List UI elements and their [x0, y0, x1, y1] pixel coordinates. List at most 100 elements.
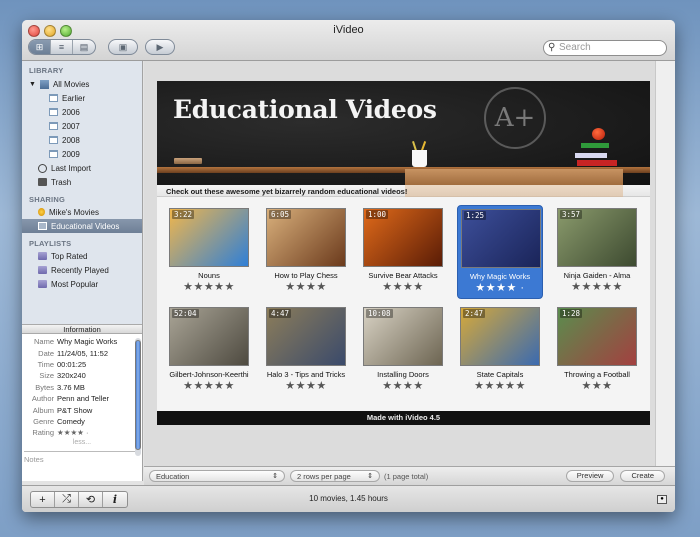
video-rating-stars[interactable]: ★★★ — [554, 380, 640, 392]
detail-view-button[interactable]: ▤ — [73, 40, 95, 54]
video-thumbnail[interactable]: 3:57 — [557, 208, 637, 267]
calendar-icon — [49, 94, 58, 102]
information-panel: Information Name Why Magic Works Date 11/2… — [22, 324, 143, 481]
main-scrollbar[interactable] — [655, 61, 675, 466]
shared-bulb-icon — [38, 208, 45, 216]
detail-view-icon: ▤ — [79, 41, 89, 52]
create-button[interactable]: Create — [620, 470, 665, 482]
video-thumbnail[interactable]: 1:00 — [363, 208, 443, 267]
video-rating-stars[interactable]: ★★★★ — [360, 281, 446, 293]
page-title: Educational Videos — [173, 95, 437, 124]
sidebar-item-recently-played[interactable]: Recently Played — [22, 263, 142, 277]
video-rating-stars[interactable]: ★★★★ — [360, 380, 446, 392]
apple-graphic — [592, 128, 605, 140]
sidebar-item-all-movies[interactable]: ▼ All Movies — [22, 77, 142, 91]
sidebar-item-label: All Movies — [52, 79, 90, 89]
video-title: Halo 3 - Tips and Tricks — [266, 370, 346, 379]
video-rating-stars[interactable]: ★★★★ — [263, 380, 349, 392]
video-rating-stars[interactable]: ★★★★★ — [457, 380, 543, 392]
library-summary: 10 movies, 1.45 hours — [309, 494, 388, 503]
play-icon: ▶ — [156, 41, 164, 52]
video-duration: 3:22 — [172, 210, 195, 219]
present-button[interactable]: ▣ — [108, 39, 138, 55]
rows-per-page-popup[interactable]: 2 rows per page ⇕ — [290, 470, 380, 482]
sidebar-item-earlier[interactable]: Earlier — [22, 91, 142, 105]
video-card[interactable]: 10:08 Installing Doors ★★★★ — [360, 304, 446, 398]
window-title: iVideo — [333, 24, 364, 36]
video-thumbnail[interactable]: 1:25 — [461, 209, 541, 268]
library-header: LIBRARY — [29, 66, 64, 75]
theme-popup[interactable]: Education ⇕ — [149, 470, 285, 482]
sidebar-item-2008[interactable]: 2008 — [22, 133, 142, 147]
sidebar-item-label: 2006 — [62, 107, 80, 117]
info-row-date: Date 11/24/05, 11:52 — [38, 348, 109, 358]
video-card[interactable]: 2:47 State Capitals ★★★★★ — [457, 304, 543, 398]
sidebar-item-2007[interactable]: 2007 — [22, 119, 142, 133]
rating-stars[interactable]: ★★★★ · — [57, 428, 88, 437]
sidebar-item-2009[interactable]: 2009 — [22, 147, 142, 161]
video-card[interactable]: 3:57 Ninja Gaiden - Alma ★★★★★ — [554, 205, 640, 299]
video-thumbnail[interactable]: 1:28 — [557, 307, 637, 366]
video-thumbnail[interactable]: 6:05 — [266, 208, 346, 267]
sidebar-item-most-popular[interactable]: Most Popular — [22, 277, 142, 291]
video-thumbnail[interactable]: 4:47 — [266, 307, 346, 366]
video-thumbnail[interactable]: 2:47 — [460, 307, 540, 366]
video-title: Nouns — [198, 271, 220, 280]
info-scroll-thumb[interactable] — [135, 340, 141, 450]
video-rating-stars[interactable]: ★★★★ — [263, 281, 349, 293]
preview-button[interactable]: Preview — [565, 470, 615, 482]
video-title: Gilbert-Johnson-Keerthi — [169, 370, 249, 379]
video-rating-stars[interactable]: ★★★★★ — [166, 380, 252, 392]
sidebar-item-label: Trash — [51, 177, 72, 187]
calendar-icon — [49, 136, 58, 144]
video-card[interactable]: 3:22 Nouns ★★★★★ — [166, 205, 252, 299]
play-button[interactable]: ▶ — [145, 39, 175, 55]
video-card[interactable]: 1:28 Throwing a Football ★★★ — [554, 304, 640, 398]
sidebar-item-trash[interactable]: Trash — [22, 175, 142, 189]
info-row-genre: Genre Comedy — [33, 416, 85, 426]
playlist-icon — [38, 280, 47, 288]
info-row-album: Album P&T Show — [32, 405, 93, 415]
video-thumbnail[interactable]: 52:04 — [169, 307, 249, 366]
search-field[interactable]: ⚲ Search — [543, 40, 667, 56]
sidebar-item-last-import[interactable]: Last Import — [22, 161, 142, 175]
disclosure-triangle-icon[interactable]: ▼ — [29, 81, 36, 88]
info-scrollbar[interactable] — [135, 338, 141, 456]
list-view-icon: ≡ — [58, 42, 65, 52]
a-plus-chalk-drawing: A+ — [484, 87, 546, 149]
grid-view-button[interactable]: ⊞ — [29, 40, 51, 54]
video-card[interactable]: 1:00 Survive Bear Attacks ★★★★ — [360, 205, 446, 299]
desk-front-graphic — [405, 185, 623, 197]
video-title: Ninja Gaiden - Alma — [563, 271, 631, 280]
search-placeholder: Search — [559, 42, 591, 53]
video-rating-stars[interactable]: ★★★★ · — [458, 282, 542, 294]
less-link[interactable]: less... — [22, 439, 142, 449]
sidebar-item-2006[interactable]: 2006 — [22, 105, 142, 119]
video-rating-stars[interactable]: ★★★★★ — [166, 281, 252, 293]
video-card[interactable]: 52:04 Gilbert-Johnson-Keerthi ★★★★★ — [166, 304, 252, 398]
video-thumbnail[interactable]: 10:08 — [363, 307, 443, 366]
video-card[interactable]: 1:25 Why Magic Works ★★★★ · — [457, 205, 543, 299]
sidebar-item-educational-videos[interactable]: Educational Videos — [22, 219, 142, 233]
trash-icon — [38, 178, 47, 186]
web-page-preview: Educational Videos A+ Check out these aw… — [157, 81, 650, 425]
sidebar-item-mikes-movies[interactable]: Mike's Movies — [22, 205, 142, 219]
sidebar-item-top-rated[interactable]: Top Rated — [22, 249, 142, 263]
video-duration: 10:08 — [366, 309, 393, 318]
info-row-author: Author Penn and Teller — [31, 394, 109, 404]
notes-field[interactable]: Notes — [24, 450, 136, 464]
sharing-header: SHARING — [29, 195, 65, 204]
video-rating-stars[interactable]: ★★★★★ — [554, 281, 640, 293]
video-duration: 4:47 — [269, 309, 292, 318]
video-card[interactable]: 4:47 Halo 3 - Tips and Tricks ★★★★ — [263, 304, 349, 398]
sidebar-item-label: Educational Videos — [51, 221, 120, 231]
book-graphic — [581, 143, 609, 148]
status-bar: + ⤮ ⟲ i 10 movies, 1.45 hours ● — [22, 485, 675, 512]
video-card[interactable]: 6:05 How to Play Chess ★★★★ — [263, 205, 349, 299]
info-row-size: Size 320x240 — [39, 371, 86, 381]
info-row-time: Time 00:01:25 — [37, 359, 87, 369]
list-view-button[interactable]: ≡ — [51, 40, 73, 54]
user-icon[interactable]: ● — [657, 495, 667, 504]
search-icon: ⚲ — [548, 42, 556, 53]
video-thumbnail[interactable]: 3:22 — [169, 208, 249, 267]
